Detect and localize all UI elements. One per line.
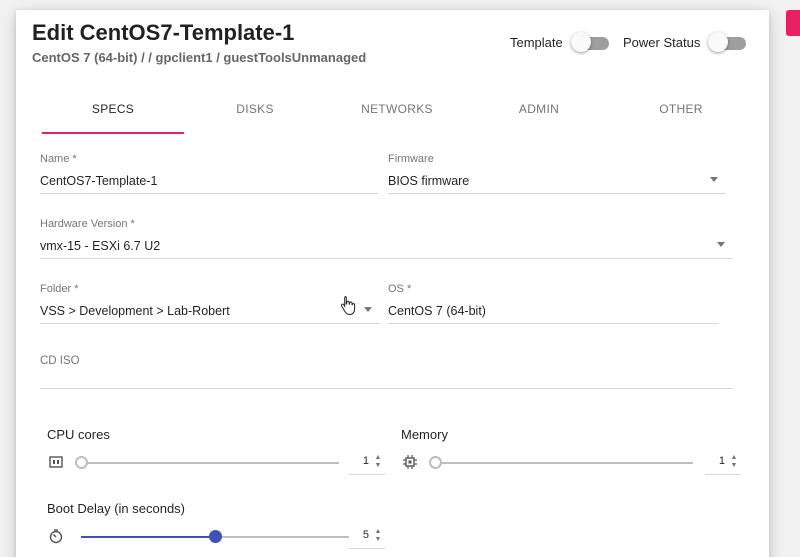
firmware-dropdown-icon — [710, 177, 718, 182]
tab-other[interactable]: OTHER — [610, 92, 752, 134]
dialog-title: Edit CentOS7-Template-1 — [32, 20, 295, 45]
increment-icon[interactable]: ▲ — [375, 528, 382, 536]
cpu-cores-stepper[interactable]: 1 ▲ ▼ — [349, 451, 385, 475]
template-toggle[interactable] — [570, 32, 609, 52]
tab-networks[interactable]: NETWORKS — [326, 92, 468, 134]
name-field[interactable]: Name * CentOS7-Template-1 — [40, 153, 378, 194]
hardware-version-label: Hardware Version * — [40, 218, 135, 230]
decrement-icon[interactable]: ▼ — [731, 462, 738, 470]
name-value: CentOS7-Template-1 — [40, 174, 158, 188]
hardware-version-value: vmx-15 - ESXi 6.7 U2 — [40, 239, 161, 253]
decrement-icon[interactable]: ▼ — [375, 536, 382, 544]
cpu-icon — [47, 453, 65, 471]
boot-delay-label: Boot Delay (in seconds) — [47, 501, 186, 516]
firmware-value: BIOS firmware — [388, 174, 470, 188]
cd-iso-label: CD ISO — [40, 355, 80, 367]
dialog-subtitle: CentOS 7 (64-bit) / / gpclient1 / guestT… — [32, 50, 367, 65]
increment-icon[interactable]: ▲ — [731, 454, 738, 462]
cpu-cores-slider-thumb[interactable] — [75, 456, 88, 469]
boot-delay-slider-thumb[interactable] — [209, 530, 222, 543]
memory-slider-thumb[interactable] — [429, 456, 442, 469]
folder-dropdown-icon — [364, 307, 372, 312]
tab-disks[interactable]: DISKS — [184, 92, 326, 134]
side-panel-tab[interactable] — [786, 10, 800, 36]
timer-icon — [47, 527, 65, 545]
folder-label: Folder * — [40, 283, 79, 295]
memory-slider[interactable] — [435, 462, 693, 464]
tab-admin[interactable]: ADMIN — [468, 92, 610, 134]
memory-chip-icon — [401, 453, 419, 471]
hardware-version-select[interactable]: Hardware Version * vmx-15 - ESXi 6.7 U2 — [40, 218, 733, 259]
os-value: CentOS 7 (64-bit) — [388, 304, 486, 318]
boot-delay-value: 5 — [362, 529, 369, 541]
hardware-version-dropdown-icon — [717, 242, 725, 247]
template-toggle-group: Template — [510, 32, 609, 52]
memory-value: 1 — [718, 455, 725, 467]
cpu-cores-row: 1 ▲ ▼ — [47, 451, 387, 475]
tab-bar: SPECS DISKS NETWORKS ADMIN OTHER — [42, 92, 752, 134]
os-label: OS * — [388, 283, 412, 295]
memory-stepper[interactable]: 1 ▲ ▼ — [705, 451, 741, 475]
tab-specs[interactable]: SPECS — [42, 92, 184, 134]
template-toggle-label: Template — [510, 34, 563, 50]
boot-delay-row: 5 ▲ ▼ — [47, 525, 387, 549]
os-field[interactable]: OS * CentOS 7 (64-bit) — [388, 283, 718, 324]
cpu-cores-value: 1 — [362, 455, 369, 467]
memory-row: 1 ▲ ▼ — [401, 451, 743, 475]
folder-value: VSS > Development > Lab-Robert — [40, 304, 230, 318]
edit-vm-dialog: Edit CentOS7-Template-1 CentOS 7 (64-bit… — [16, 10, 769, 557]
memory-label: Memory — [401, 427, 448, 442]
cpu-cores-label: CPU cores — [47, 427, 110, 442]
name-label: Name * — [40, 153, 77, 165]
decrement-icon[interactable]: ▼ — [375, 462, 382, 470]
firmware-label: Firmware — [388, 153, 434, 165]
increment-icon[interactable]: ▲ — [375, 454, 382, 462]
power-status-toggle-group: Power Status — [623, 32, 747, 52]
firmware-select[interactable]: Firmware BIOS firmware — [388, 153, 726, 194]
folder-select[interactable]: Folder * VSS > Development > Lab-Robert — [40, 283, 380, 324]
power-status-toggle[interactable] — [708, 32, 747, 52]
hand-pointer-cursor-icon — [340, 295, 356, 320]
power-status-toggle-label: Power Status — [623, 34, 701, 50]
cd-iso-field[interactable]: CD ISO — [40, 355, 733, 389]
boot-delay-stepper[interactable]: 5 ▲ ▼ — [349, 525, 385, 549]
cpu-cores-slider[interactable] — [81, 462, 339, 464]
